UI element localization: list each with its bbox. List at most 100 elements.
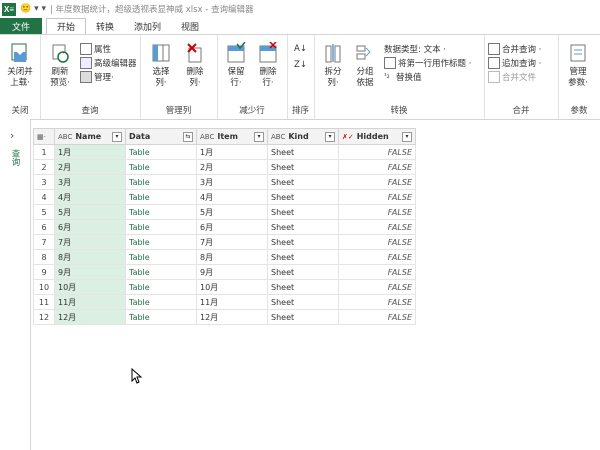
row-number[interactable]: 8 [33,249,55,265]
cell-kind[interactable]: Sheet [267,294,339,310]
cell-item[interactable]: 11月 [196,294,268,310]
cell-hidden[interactable]: FALSE [338,249,416,265]
cell-data[interactable]: Table [125,174,197,190]
table-row[interactable]: 5 5月 Table 5月 Sheet FALSE [33,204,416,220]
sort-ascending-icon[interactable]: A↓ [294,43,307,55]
cell-hidden[interactable]: FALSE [338,219,416,235]
cell-kind[interactable]: Sheet [267,219,339,235]
cell-data[interactable]: Table [125,294,197,310]
cell-kind[interactable]: Sheet [267,159,339,175]
row-number[interactable]: 1 [33,144,55,160]
cell-hidden[interactable]: FALSE [338,234,416,250]
cell-kind[interactable]: Sheet [267,249,339,265]
keep-rows-button[interactable]: 保留 行· [221,41,251,89]
cell-kind[interactable]: Sheet [267,144,339,160]
merge-queries-button[interactable]: 合并查询 · [488,43,541,55]
manage-params-button[interactable]: 管理 参数· [562,41,594,89]
cell-kind[interactable]: Sheet [267,309,339,325]
column-header-item[interactable]: ABC Item ▾ [196,128,268,145]
cell-name[interactable]: 12月 [54,309,126,325]
cell-name[interactable]: 4月 [54,189,126,205]
cell-item[interactable]: 1月 [196,144,268,160]
cell-kind[interactable]: Sheet [267,189,339,205]
cell-name[interactable]: 10月 [54,279,126,295]
cell-hidden[interactable]: FALSE [338,264,416,280]
group-by-button[interactable]: 分组 依据 [350,41,380,89]
row-number[interactable]: 2 [33,159,55,175]
cell-item[interactable]: 8月 [196,249,268,265]
data-type-dropdown[interactable]: 数据类型: 文本 · [384,43,446,55]
cell-hidden[interactable]: FALSE [338,159,416,175]
cell-kind[interactable]: Sheet [267,279,339,295]
cell-hidden[interactable]: FALSE [338,309,416,325]
table-row[interactable]: 3 3月 Table 3月 Sheet FALSE [33,174,416,190]
cell-item[interactable]: 7月 [196,234,268,250]
cell-item[interactable]: 4月 [196,189,268,205]
smiley-icon[interactable]: 🙂 ▾ ▾ [20,4,46,14]
tab-add-column[interactable]: 添加列 [124,18,171,34]
close-load-button[interactable]: 关闭并 上载· [4,41,36,89]
row-number[interactable]: 5 [33,204,55,220]
cell-hidden[interactable]: FALSE [338,294,416,310]
cell-item[interactable]: 2月 [196,159,268,175]
cell-data[interactable]: Table [125,264,197,280]
use-first-row-headers-button[interactable]: 将第一行用作标题 · [384,57,471,69]
cell-name[interactable]: 6月 [54,219,126,235]
cell-data[interactable]: Table [125,279,197,295]
properties-button[interactable]: 属性 [80,43,111,55]
replace-values-button[interactable]: ¹₂ 替换值 [384,71,422,83]
table-row[interactable]: 9 9月 Table 9月 Sheet FALSE [33,264,416,280]
cell-item[interactable]: 5月 [196,204,268,220]
split-column-button[interactable]: 拆分 列· [318,41,348,89]
table-row[interactable]: 7 7月 Table 7月 Sheet FALSE [33,234,416,250]
choose-columns-button[interactable]: 选择 列· [146,41,176,89]
tab-transform[interactable]: 转换 [86,18,124,34]
cell-kind[interactable]: Sheet [267,234,339,250]
advanced-editor-button[interactable]: 高级编辑器 [80,57,137,69]
cell-name[interactable]: 8月 [54,249,126,265]
row-number[interactable]: 9 [33,264,55,280]
cell-hidden[interactable]: FALSE [338,174,416,190]
table-row[interactable]: 8 8月 Table 8月 Sheet FALSE [33,249,416,265]
cell-item[interactable]: 3月 [196,174,268,190]
cell-data[interactable]: Table [125,144,197,160]
expand-icon[interactable]: ⇆ [183,131,193,142]
cell-name[interactable]: 9月 [54,264,126,280]
cell-kind[interactable]: Sheet [267,264,339,280]
column-header-kind[interactable]: ABC Kind ▾ [267,128,339,145]
table-row[interactable]: 4 4月 Table 4月 Sheet FALSE [33,189,416,205]
cell-hidden[interactable]: FALSE [338,279,416,295]
sort-descending-icon[interactable]: Z↓ [294,59,307,71]
row-number[interactable]: 10 [33,279,55,295]
row-number[interactable]: 3 [33,174,55,190]
table-row[interactable]: 6 6月 Table 6月 Sheet FALSE [33,219,416,235]
cell-data[interactable]: Table [125,249,197,265]
row-number[interactable]: 7 [33,234,55,250]
select-all-corner[interactable]: ▦· [33,128,55,145]
cell-item[interactable]: 12月 [196,309,268,325]
table-row[interactable]: 10 10月 Table 10月 Sheet FALSE [33,279,416,295]
cell-item[interactable]: 10月 [196,279,268,295]
refresh-preview-button[interactable]: 刷新 预览· [44,41,76,89]
cell-name[interactable]: 11月 [54,294,126,310]
cell-name[interactable]: 2月 [54,159,126,175]
cell-data[interactable]: Table [125,234,197,250]
remove-rows-button[interactable]: 删除 行· [253,41,283,89]
cell-name[interactable]: 3月 [54,174,126,190]
cell-data[interactable]: Table [125,189,197,205]
table-row[interactable]: 12 12月 Table 12月 Sheet FALSE [33,309,416,325]
table-row[interactable]: 2 2月 Table 2月 Sheet FALSE [33,159,416,175]
row-number[interactable]: 12 [33,309,55,325]
row-number[interactable]: 11 [33,294,55,310]
cell-data[interactable]: Table [125,204,197,220]
append-queries-button[interactable]: 追加查询 · [488,57,541,69]
cell-kind[interactable]: Sheet [267,174,339,190]
row-number[interactable]: 4 [33,189,55,205]
cell-kind[interactable]: Sheet [267,204,339,220]
row-number[interactable]: 6 [33,219,55,235]
table-row[interactable]: 11 11月 Table 11月 Sheet FALSE [33,294,416,310]
cell-name[interactable]: 7月 [54,234,126,250]
filter-dropdown-icon[interactable]: ▾ [254,131,264,142]
filter-dropdown-icon[interactable]: ▾ [325,131,335,142]
cell-hidden[interactable]: FALSE [338,144,416,160]
